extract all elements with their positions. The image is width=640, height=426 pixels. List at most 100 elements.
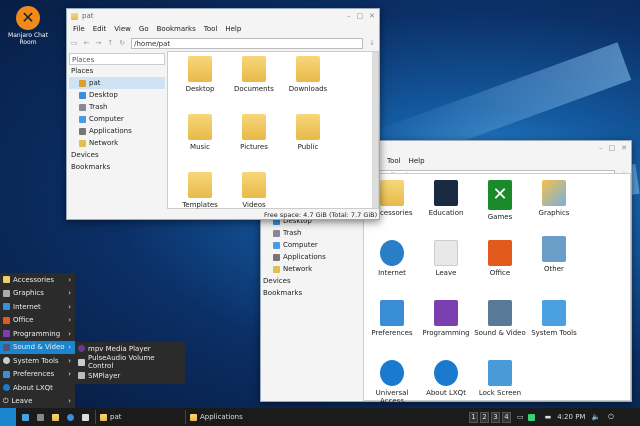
folder-downloads[interactable]: Downloads bbox=[280, 56, 336, 93]
menu-item-sound-video[interactable]: Sound & Video › bbox=[0, 340, 75, 354]
window-controls[interactable]: – □ ✕ bbox=[599, 144, 627, 152]
app-category-other[interactable]: Other bbox=[526, 236, 582, 273]
start-button[interactable] bbox=[0, 408, 16, 426]
menu-item-about-lxqt[interactable]: About LXQt bbox=[0, 381, 75, 395]
manjaro-logo-icon bbox=[16, 6, 40, 30]
side-pane-combo[interactable]: Places bbox=[69, 53, 165, 65]
maximize-icon: □ bbox=[356, 12, 364, 20]
folder-templates[interactable]: Templates bbox=[172, 172, 228, 209]
menu-view[interactable]: View bbox=[114, 25, 131, 33]
folder-pictures[interactable]: Pictures bbox=[226, 114, 282, 151]
menu-edit[interactable]: Edit bbox=[93, 25, 107, 33]
menu-go[interactable]: Go bbox=[139, 25, 149, 33]
menu-tool[interactable]: Tool bbox=[204, 25, 218, 33]
document-icon bbox=[82, 413, 89, 421]
minimize-icon: – bbox=[347, 12, 351, 20]
clock[interactable]: 4:20 PM bbox=[557, 413, 585, 421]
place-trash[interactable]: Trash bbox=[263, 227, 359, 239]
app-category-games[interactable]: ✕ Games bbox=[472, 180, 528, 221]
place-computer[interactable]: Computer bbox=[263, 239, 359, 251]
place-network[interactable]: Network bbox=[263, 263, 359, 275]
folder-documents[interactable]: Documents bbox=[226, 56, 282, 93]
app-category-internet[interactable]: Internet bbox=[364, 240, 420, 277]
android-icon[interactable] bbox=[527, 413, 535, 421]
app-about-lxqt[interactable]: About LXQt bbox=[418, 360, 474, 397]
workspace-3[interactable]: 3 bbox=[491, 411, 500, 423]
place-pat[interactable]: pat bbox=[69, 77, 165, 89]
app-lock-screen[interactable]: Lock Screen bbox=[472, 360, 528, 397]
files-icon bbox=[52, 413, 59, 421]
app-universal-access[interactable]: Universal Access bbox=[364, 360, 420, 405]
menu-item-office[interactable]: Office › bbox=[0, 314, 75, 328]
places-sidebar: Desktop Trash Computer Applications Netw… bbox=[263, 215, 359, 401]
app-category-sound-video[interactable]: Sound & Video bbox=[472, 300, 528, 337]
maximize-icon: □ bbox=[608, 144, 616, 152]
menu-help[interactable]: Help bbox=[225, 25, 241, 33]
folder-icon bbox=[190, 413, 197, 421]
devices-header: Devices bbox=[71, 151, 99, 159]
back-icon[interactable]: ← bbox=[84, 39, 90, 47]
menu-item-internet[interactable]: Internet › bbox=[0, 300, 75, 314]
workspace-1[interactable]: 1 bbox=[469, 411, 478, 423]
menu-tool[interactable]: Tool bbox=[387, 157, 401, 165]
desktop-icon-chat-room[interactable]: Manjaro Chat Room bbox=[8, 6, 48, 46]
place-computer[interactable]: Computer bbox=[69, 113, 165, 125]
places-sidebar: Places Places pat Desktop Trash Computer… bbox=[69, 53, 165, 209]
menu-help[interactable]: Help bbox=[409, 157, 425, 165]
workspace-4[interactable]: 4 bbox=[502, 411, 511, 423]
place-applications[interactable]: Applications bbox=[69, 125, 165, 137]
menu-item-accessories[interactable]: Accessories › bbox=[0, 273, 75, 287]
menu-bookmarks[interactable]: Bookmarks bbox=[157, 25, 196, 33]
window-title: pat bbox=[82, 12, 94, 20]
place-trash[interactable]: Trash bbox=[69, 101, 165, 113]
up-icon[interactable]: ↑ bbox=[107, 39, 113, 47]
bookmarks-header: Bookmarks bbox=[71, 163, 111, 171]
submenu-item-pulseaudio[interactable]: PulseAudio Volume Control bbox=[75, 354, 185, 370]
scrollbar[interactable] bbox=[372, 52, 378, 208]
power-icon: ⏻ bbox=[3, 396, 9, 405]
folder-desktop[interactable]: Desktop bbox=[172, 56, 228, 93]
menu-file[interactable]: File bbox=[73, 25, 85, 33]
new-tab-icon[interactable]: ▭ bbox=[71, 39, 78, 47]
app-category-preferences[interactable]: Preferences bbox=[364, 300, 420, 337]
menu-item-leave[interactable]: ⏻ Leave › bbox=[0, 395, 75, 409]
network-icon[interactable]: ▭ bbox=[517, 413, 524, 421]
reload-icon[interactable]: ↻ bbox=[119, 39, 125, 47]
devices-header: Devices bbox=[263, 277, 291, 285]
menu-item-graphics[interactable]: Graphics › bbox=[0, 287, 75, 301]
go-down-icon[interactable]: ↓ bbox=[369, 39, 375, 47]
folder-videos[interactable]: Videos bbox=[226, 172, 282, 209]
bookmarks-header: Bookmarks bbox=[263, 289, 303, 297]
place-network[interactable]: Network bbox=[69, 137, 165, 149]
menu-item-preferences[interactable]: Preferences › bbox=[0, 368, 75, 382]
places-header: Places bbox=[71, 67, 94, 75]
folder-music[interactable]: Music bbox=[172, 114, 228, 151]
power-icon[interactable]: ⏻ bbox=[608, 413, 614, 422]
quicklaunch-icons[interactable] bbox=[16, 413, 95, 421]
path-input[interactable]: /home/pat bbox=[131, 37, 364, 49]
folder-icon bbox=[100, 413, 107, 421]
forward-icon[interactable]: → bbox=[96, 39, 102, 47]
close-icon: ✕ bbox=[369, 12, 375, 20]
place-applications[interactable]: Applications bbox=[263, 251, 359, 263]
task-applications[interactable]: Applications bbox=[185, 410, 465, 424]
app-category-office[interactable]: Office bbox=[472, 240, 528, 277]
app-category-graphics[interactable]: Graphics bbox=[526, 180, 582, 217]
volume-icon[interactable]: 🔈 bbox=[591, 413, 600, 421]
place-desktop[interactable]: Desktop bbox=[69, 89, 165, 101]
app-category-system-tools[interactable]: System Tools bbox=[526, 300, 582, 337]
app-category-leave[interactable]: Leave bbox=[418, 240, 474, 277]
app-category-education[interactable]: Education bbox=[418, 180, 474, 217]
file-manager-window-pat: pat – □ ✕ File Edit View Go Bookmarks Tool… bbox=[66, 8, 380, 220]
folder-icon bbox=[71, 12, 78, 20]
window-controls[interactable]: – □ ✕ bbox=[347, 12, 375, 20]
task-pat[interactable]: pat bbox=[95, 410, 185, 424]
app-category-programming[interactable]: Programming bbox=[418, 300, 474, 337]
submenu-item-smplayer[interactable]: SMPlayer bbox=[75, 369, 185, 383]
menu-item-system-tools[interactable]: System Tools › bbox=[0, 354, 75, 368]
folder-public[interactable]: Public bbox=[280, 114, 336, 151]
workspace-2[interactable]: 2 bbox=[480, 411, 489, 423]
drive-icon[interactable]: ▬ bbox=[545, 413, 552, 421]
menu-item-programming[interactable]: Programming › bbox=[0, 327, 75, 341]
start-menu: Accessories › Graphics › Internet › Office ›… bbox=[0, 273, 75, 409]
